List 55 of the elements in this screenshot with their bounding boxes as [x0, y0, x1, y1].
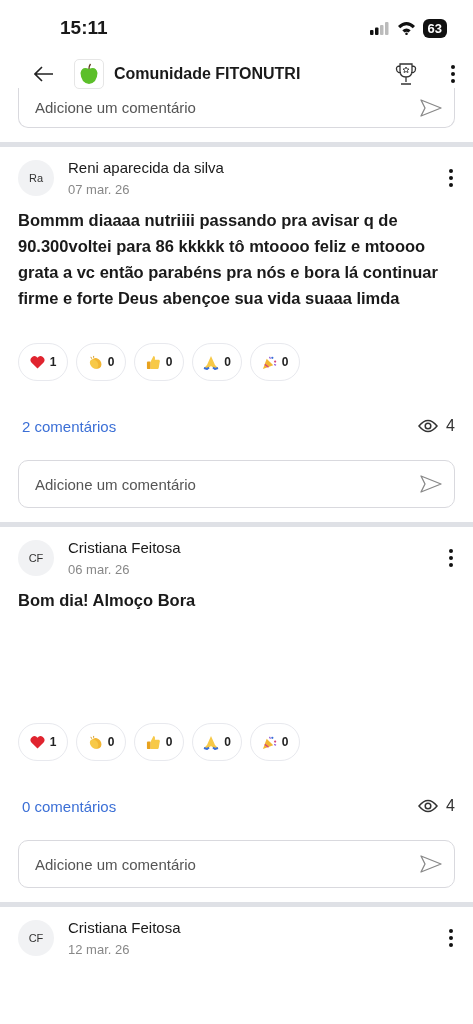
reaction-button[interactable]: 1 [18, 723, 68, 761]
status-time: 15:11 [60, 17, 108, 39]
battery-level: 63 [422, 18, 447, 38]
author-avatar: Ra [18, 160, 54, 196]
author-name: Reni aparecida da silva [68, 159, 225, 176]
party-popper-icon [261, 354, 277, 370]
author-name: Cristiana Feitosa [68, 919, 182, 936]
more-icon [449, 169, 453, 187]
views-count: 4 [446, 417, 455, 435]
reaction-button[interactable]: 0 [76, 723, 126, 761]
views-icon [418, 799, 439, 813]
thumbs-up-icon [145, 734, 161, 750]
reaction-button[interactable]: 0 [134, 723, 184, 761]
heart-icon [29, 735, 45, 749]
send-icon[interactable] [420, 855, 442, 873]
reaction-button[interactable]: 0 [192, 723, 242, 761]
wifi-icon [396, 21, 416, 35]
more-icon [451, 65, 455, 83]
heart-icon [29, 355, 45, 369]
reaction-button[interactable]: 0 [76, 343, 126, 381]
reaction-button[interactable]: 0 [134, 343, 184, 381]
more-icon [449, 929, 453, 947]
signal-icon [369, 21, 390, 35]
trophy-icon [393, 61, 419, 87]
author-avatar: CF [18, 540, 54, 576]
post-date: 07 mar. 26 [68, 182, 131, 197]
views-count: 4 [446, 797, 455, 815]
post-date: 06 mar. 26 [68, 562, 131, 577]
reaction-button[interactable]: 0 [192, 343, 242, 381]
reaction-button[interactable]: 0 [250, 723, 300, 761]
comment-input[interactable]: Adicione um comentário [33, 98, 420, 117]
comments-link[interactable]: 2 comentários [22, 417, 117, 435]
send-icon[interactable] [420, 475, 442, 493]
author-avatar: CF [18, 920, 54, 956]
comment-field[interactable]: Adicione um comentário [18, 88, 455, 128]
reaction-button[interactable]: 1 [18, 343, 68, 381]
post-date: 12 mar. 26 [68, 942, 131, 957]
praying-hands-icon [203, 734, 220, 750]
post-text: Bommm diaaaa nutriiii passando pra avisar q de 90.300voltei para 86 kkkkk tô mtoooo feliz e mtoooo grata a vc então parabéns pra nós e bora lá continuar firme e forte Deus abençoe sua vida suaaa limda [18, 210, 439, 309]
community-title: Comunidade FITONUTRI [114, 65, 302, 83]
author-name: Cristiana Feitosa [68, 539, 182, 556]
comment-input[interactable]: Adicione um comentário [33, 854, 420, 874]
views-icon [418, 419, 439, 433]
thumbs-up-icon [145, 354, 161, 370]
send-icon[interactable] [420, 98, 442, 117]
comment-field[interactable]: Adicione um comentário [18, 840, 455, 888]
party-popper-icon [261, 734, 277, 750]
comment-input[interactable]: Adicione um comentário [33, 474, 420, 494]
comment-field[interactable]: Adicione um comentário [18, 460, 455, 508]
more-icon [449, 549, 453, 567]
praying-hands-icon [203, 354, 220, 370]
back-arrow-icon [34, 66, 54, 82]
reaction-button[interactable]: 0 [250, 343, 300, 381]
comments-link[interactable]: 0 comentários [22, 797, 117, 815]
post-text: Bom dia! Almoço Bora [18, 590, 197, 611]
